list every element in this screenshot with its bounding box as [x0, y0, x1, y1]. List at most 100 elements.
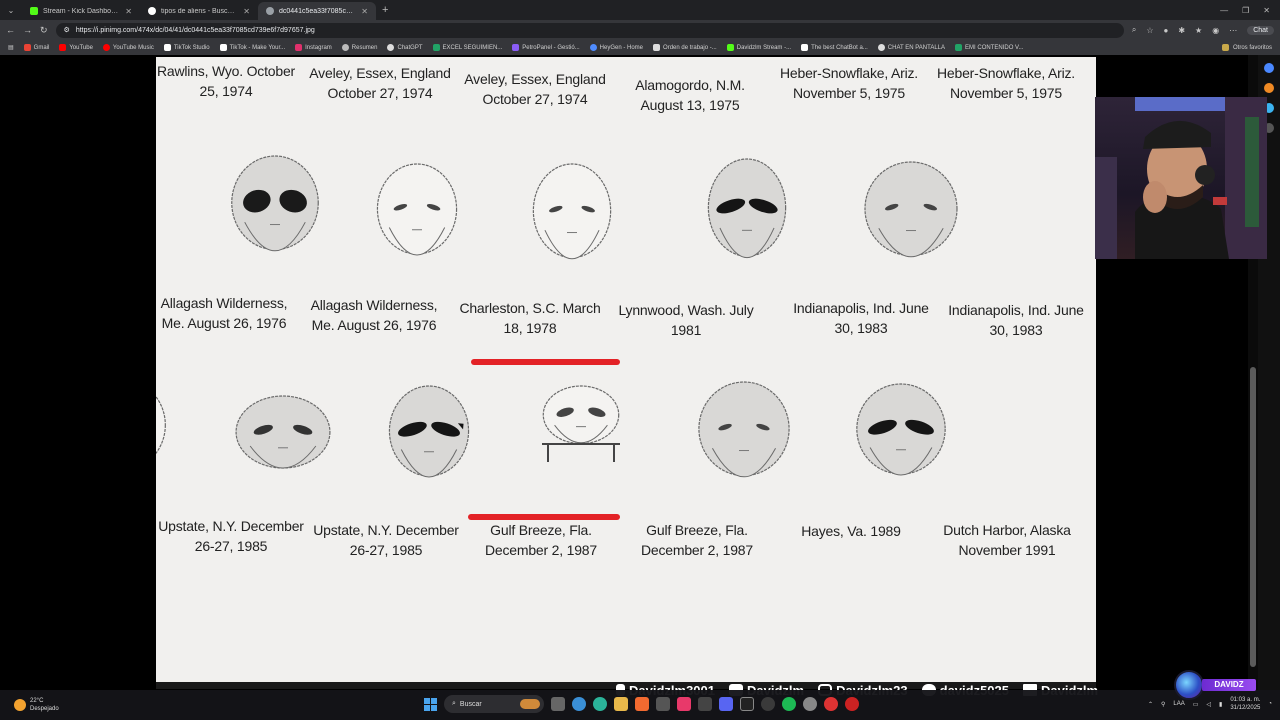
- chin-outline: [388, 227, 446, 256]
- caption-dutch-harbor: Dutch Harbor, Alaska November 1991: [943, 522, 1071, 558]
- tab-image[interactable]: dc0441c5ea33f7085cd739e6f7d97 ✕: [258, 2, 376, 20]
- menu-icon[interactable]: ⋯: [1229, 26, 1237, 35]
- tab-label: tipos de aliens - Buscar con Goog: [161, 7, 238, 15]
- bookmark-star-icon[interactable]: ☆: [1146, 26, 1153, 35]
- bookmark-davidzlm-stream[interactable]: Davidzlm Stream -...: [726, 44, 791, 51]
- bookmark-tiktok-studio[interactable]: TikTok Studio: [163, 44, 210, 51]
- copilot-icon[interactable]: [572, 697, 586, 711]
- search-sidebar-icon[interactable]: [1264, 63, 1274, 73]
- chin-outline: [244, 221, 306, 252]
- bookmark-instagram[interactable]: Instagram: [295, 44, 332, 51]
- chat-button[interactable]: Chat: [1247, 25, 1274, 35]
- bookmark-petropanel[interactable]: PetroPanel - Gestió...: [512, 44, 580, 51]
- chin-outline: [869, 447, 933, 476]
- close-tab-icon[interactable]: ✕: [243, 7, 250, 16]
- apps-icon[interactable]: ▤: [8, 44, 14, 51]
- back-icon[interactable]: ←: [6, 25, 15, 35]
- alien-sketch-lynnwood: [532, 163, 612, 260]
- sheets-icon: [955, 44, 963, 51]
- task-view-icon[interactable]: [551, 697, 565, 711]
- file-explorer-icon[interactable]: [614, 697, 628, 711]
- table-sketch: [542, 443, 620, 462]
- bookmark-chatbot[interactable]: The best ChatBot a...: [801, 44, 868, 51]
- caption-indianapolis-2: Indianapolis, Ind. June 30, 1983: [948, 302, 1084, 338]
- caption-hayes: Hayes, Va. 1989: [801, 523, 901, 539]
- kick-icon: [726, 44, 734, 51]
- search-highlight-icon: [520, 699, 540, 709]
- discord-icon[interactable]: [719, 697, 733, 711]
- bookmark-heygen[interactable]: HeyGen - Home: [589, 44, 643, 51]
- forward-icon[interactable]: →: [23, 25, 32, 35]
- brave-icon[interactable]: [635, 697, 649, 711]
- profile-avatar-icon[interactable]: ◉: [1212, 26, 1219, 35]
- reload-icon[interactable]: ↻: [40, 25, 48, 36]
- globe-favicon-icon: [266, 7, 274, 15]
- app-icon[interactable]: [698, 697, 712, 711]
- site-info-icon[interactable]: ⚙: [64, 26, 70, 34]
- close-tab-icon[interactable]: ✕: [125, 7, 132, 16]
- record-icon[interactable]: ●: [1164, 26, 1169, 35]
- weather-icon: [14, 699, 26, 711]
- app-icon[interactable]: [656, 697, 670, 711]
- bookmark-orden[interactable]: Orden de trabajo -...: [653, 44, 717, 51]
- bookmark-resumen[interactable]: Resumen: [341, 44, 377, 51]
- chin-outline: [719, 227, 775, 258]
- tray-chevron-icon[interactable]: ⌃: [1148, 701, 1153, 708]
- red-highlight-top: [471, 359, 620, 365]
- maximize-icon[interactable]: ❐: [1242, 6, 1249, 15]
- spotify-icon[interactable]: [782, 697, 796, 711]
- brand-orb-logo: [1174, 670, 1204, 700]
- tray-app-icon[interactable]: ⚲: [1161, 701, 1165, 708]
- bookmark-emi[interactable]: EMI CONTENIDO V...: [955, 44, 1023, 51]
- bookmark-tiktok[interactable]: TikTok - Make Your...: [219, 44, 285, 51]
- extensions-icon[interactable]: ✱: [1178, 26, 1185, 35]
- close-tab-icon[interactable]: ✕: [361, 7, 368, 16]
- caption-upstate-2: Upstate, N.Y. December 26-27, 1985: [313, 522, 459, 558]
- obs-icon[interactable]: [761, 697, 775, 711]
- new-tab-button[interactable]: +: [382, 4, 388, 16]
- tab-search-icon[interactable]: ⌄: [0, 6, 22, 15]
- scrollbar-thumb[interactable]: [1250, 367, 1256, 667]
- record-app-icon[interactable]: [845, 697, 859, 711]
- record-app-icon[interactable]: [824, 697, 838, 711]
- taskbar-search[interactable]: ⌕ Buscar: [444, 695, 544, 713]
- bookmark-excel[interactable]: EXCEL SEGUIMIEN...: [432, 44, 502, 51]
- url-field[interactable]: ⚙ https://i.pinimg.com/474x/dc/04/41/dc0…: [55, 22, 1124, 38]
- zoom-icon[interactable]: ⌕: [1132, 25, 1136, 35]
- shopping-icon[interactable]: [1264, 83, 1274, 93]
- tab-kick-dashboard[interactable]: Stream - Kick Dashboard ✕: [22, 2, 140, 20]
- weather-widget[interactable]: 22°C Despejado: [0, 697, 120, 713]
- globe-icon: [877, 44, 885, 51]
- caption-heber-2: Heber-Snowflake, Ariz. November 5, 1975: [937, 65, 1075, 101]
- minimize-icon[interactable]: —: [1220, 6, 1228, 15]
- brand-badge-label: DAVIDZ: [1202, 679, 1256, 691]
- tab-label: dc0441c5ea33f7085cd739e6f7d97: [279, 7, 357, 15]
- url-text: https://i.pinimg.com/474x/dc/04/41/dc044…: [75, 26, 315, 34]
- capcut-icon[interactable]: [740, 697, 754, 711]
- windows-start-icon[interactable]: [424, 697, 437, 711]
- app-icon[interactable]: [803, 697, 817, 711]
- bookmark-youtube[interactable]: YouTube: [59, 44, 93, 51]
- favorites-icon[interactable]: ★: [1195, 26, 1202, 35]
- bookmark-chat-pantalla[interactable]: CHAT EN PANTALLA: [877, 44, 945, 51]
- bookmark-youtube-music[interactable]: YouTube Music: [102, 44, 154, 51]
- alien-sketch-dutch-harbor: [856, 383, 946, 476]
- bookmark-chatgpt[interactable]: ChatGPT: [387, 44, 423, 51]
- tiktok-live-icon[interactable]: [677, 697, 691, 711]
- document-icon: [653, 44, 661, 51]
- chatgpt-icon: [387, 44, 395, 51]
- streamer-webcam-image: [1095, 97, 1267, 259]
- head-outline: [156, 395, 166, 455]
- tab-google-search[interactable]: tipos de aliens - Buscar con Goog ✕: [140, 2, 258, 20]
- notifications-icon[interactable]: ◔: [1268, 701, 1272, 707]
- bookmark-gmail[interactable]: Gmail: [23, 44, 49, 51]
- other-bookmarks[interactable]: Otros favoritos: [1221, 44, 1272, 51]
- search-icon: ⌕: [452, 700, 456, 707]
- red-highlight-bottom: [468, 514, 620, 520]
- window-controls: — ❐ ✕: [1220, 6, 1280, 15]
- close-window-icon[interactable]: ✕: [1263, 6, 1270, 15]
- globe-icon: [341, 44, 349, 51]
- bookmarks-bar: ▤ Gmail YouTube YouTube Music TikTok Stu…: [0, 40, 1280, 55]
- alien-sketch-indianapolis-2: [864, 161, 958, 258]
- edge-icon[interactable]: [593, 697, 607, 711]
